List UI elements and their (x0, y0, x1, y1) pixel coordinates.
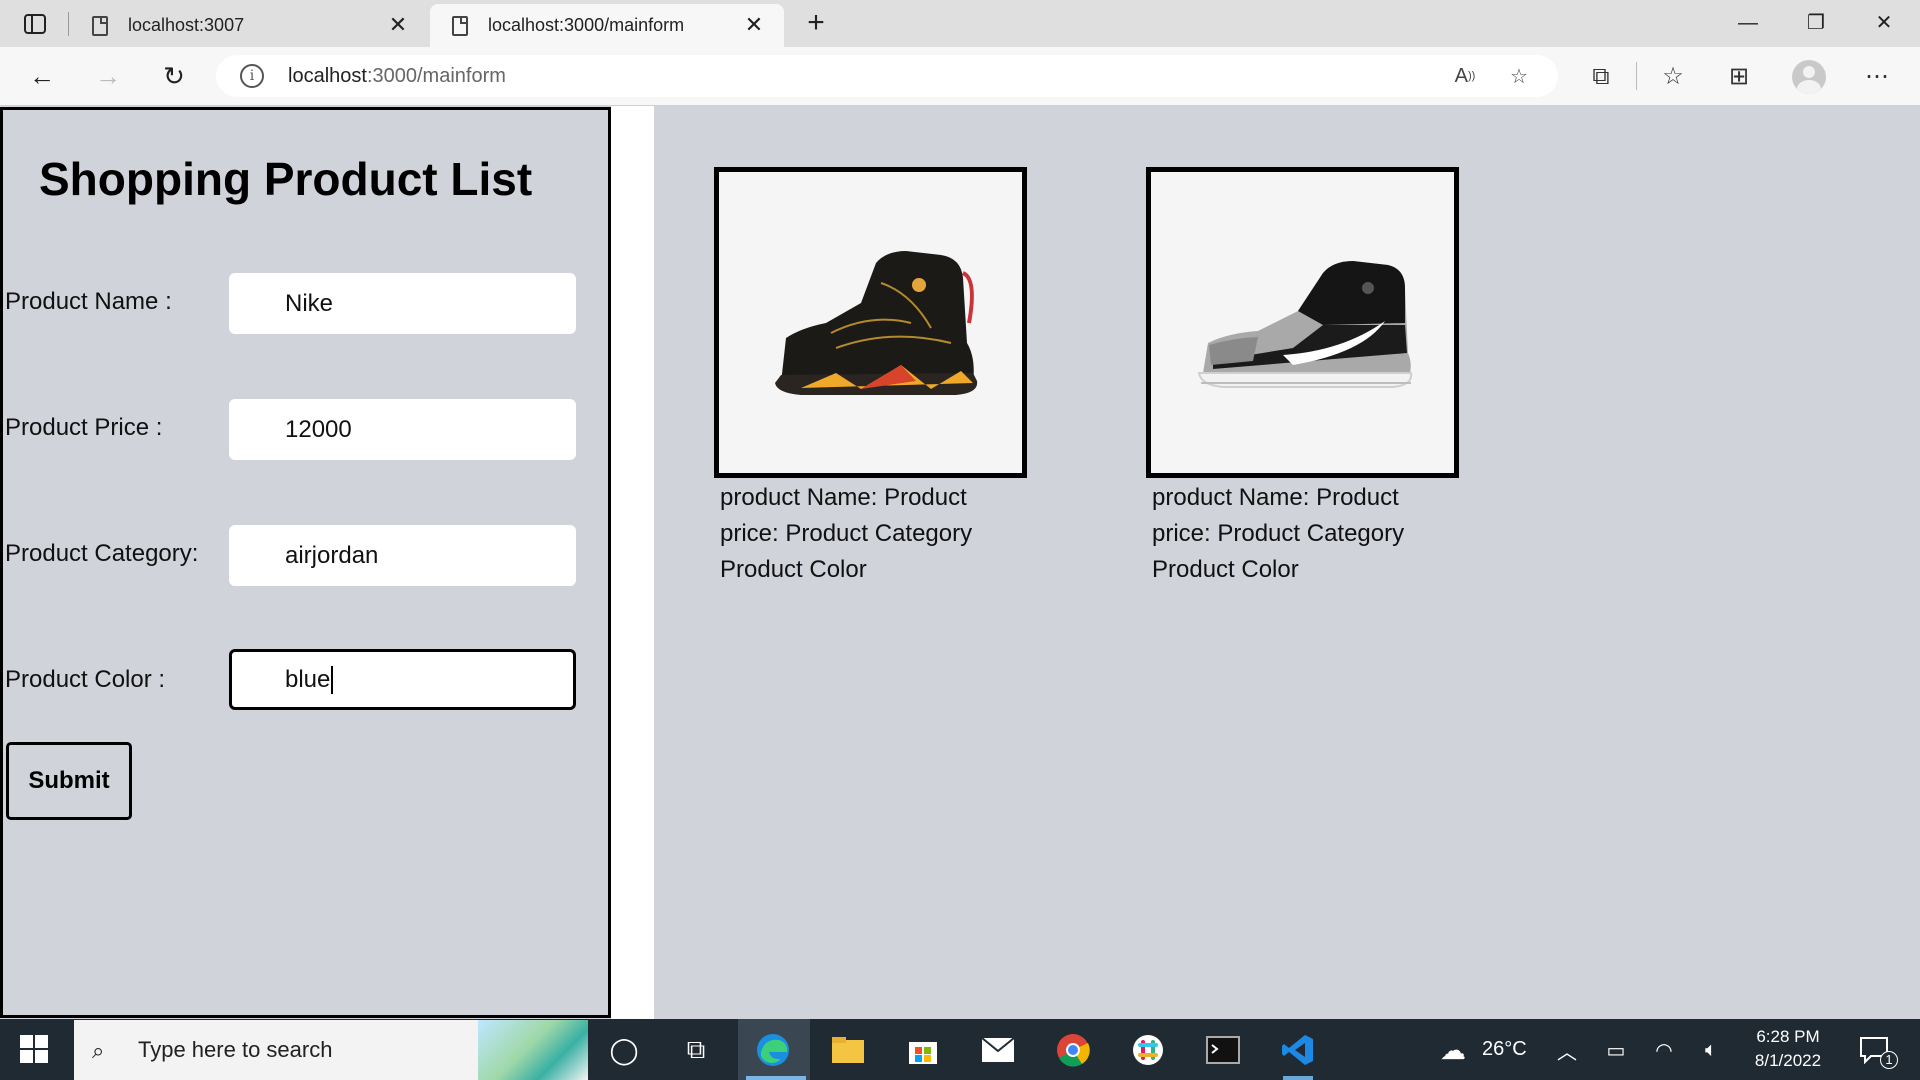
product-card[interactable]: product Name: Product price: Product Cat… (1146, 167, 1459, 588)
refresh-button[interactable]: ↻ (156, 59, 192, 95)
tab-localhost-3007[interactable]: localhost:3007 ✕ (70, 4, 428, 47)
url-text[interactable]: localhost:3000/mainform (288, 65, 1450, 88)
edge-active-indicator (746, 1076, 806, 1080)
product-color-value: blue (285, 665, 331, 693)
info-icon[interactable]: i (240, 64, 264, 88)
terminal-icon[interactable] (1202, 1029, 1244, 1071)
profile-avatar[interactable] (1792, 60, 1826, 94)
new-tab-button[interactable]: + (800, 8, 832, 40)
search-placeholder: Type here to search (138, 1037, 333, 1062)
toolbar-separator (1636, 62, 1637, 90)
close-icon[interactable]: ✕ (742, 13, 766, 38)
collections-icon[interactable]: ⊞ (1722, 61, 1756, 95)
grey-black-white-sneaker-icon (1197, 260, 1412, 388)
address-bar: ← → ↻ i localhost:3000/mainform A)) ☆ ⧉ … (0, 47, 1920, 106)
product-name-value: Nike (285, 289, 334, 317)
forward-button[interactable]: → (90, 59, 126, 95)
page-title: Shopping Product List (39, 153, 533, 205)
notification-count-badge: 1 (1880, 1051, 1898, 1069)
url-path: :3000/mainform (366, 64, 506, 87)
product-form: Shopping Product List Product Name : Nik… (0, 107, 611, 1018)
product-name-label: Product Name : (5, 288, 172, 315)
clock-date: 8/1/2022 (1754, 1051, 1822, 1070)
weather-icon[interactable]: ☁ (1432, 1029, 1474, 1071)
more-options-icon[interactable]: ⋯ (1860, 61, 1894, 95)
tab-separator (68, 12, 69, 36)
product-color-label: Product Color : (5, 666, 166, 693)
taskbar-search[interactable]: ⌕ Type here to search (74, 1020, 588, 1080)
url-field[interactable]: i localhost:3000/mainform A)) ☆ (216, 55, 1558, 97)
product-price-input[interactable]: 12000 (229, 399, 576, 460)
product-name-input[interactable]: Nike (229, 273, 576, 334)
edge-icon[interactable] (752, 1029, 794, 1071)
favorites-icon[interactable]: ☆ (1656, 61, 1690, 95)
product-caption: product Name: Product price: Product Cat… (720, 484, 973, 583)
product-category-value: airjordan (285, 541, 379, 569)
product-price-value: 12000 (285, 415, 352, 443)
page-icon (92, 15, 108, 36)
tab-actions-icon[interactable] (20, 10, 50, 38)
panel-divider (611, 106, 654, 1019)
product-price-label: Product Price : (5, 414, 163, 441)
page-content: Shopping Product List Product Name : Nik… (0, 106, 1920, 1019)
tab-title: localhost:3000/mainform (488, 15, 685, 35)
cortana-icon[interactable]: ◯ (603, 1029, 645, 1071)
page-icon (452, 15, 468, 36)
taskbar: ⌕ Type here to search ◯ ⧉ ☁ 26°C ︿ ▭ ◠ 🔈… (0, 1019, 1920, 1080)
search-highlight-art-icon (478, 1020, 588, 1080)
chevron-up-icon[interactable]: ︿ (1546, 1029, 1588, 1071)
product-image (714, 167, 1027, 478)
product-color-input[interactable]: blue (229, 649, 576, 710)
windows-start-icon[interactable] (20, 1035, 48, 1063)
product-category-input[interactable]: airjordan (229, 525, 576, 586)
restore-button[interactable]: ❐ (1796, 6, 1836, 40)
tab-title: localhost:3007 (128, 15, 245, 35)
read-aloud-icon[interactable]: A)) (1450, 61, 1480, 91)
tab-bar: localhost:3007 ✕ localhost:3000/mainform… (0, 0, 1920, 47)
weather-temp[interactable]: 26°C (1482, 1038, 1527, 1061)
add-favorite-icon[interactable]: ☆ (1504, 61, 1534, 91)
vscode-open-indicator (1283, 1076, 1313, 1080)
vscode-icon[interactable] (1277, 1029, 1319, 1071)
battery-icon[interactable]: ▭ (1595, 1029, 1637, 1071)
slack-icon[interactable] (1127, 1029, 1169, 1071)
close-window-button[interactable]: ✕ (1864, 6, 1904, 40)
url-host: localhost (288, 64, 367, 87)
tab-mainform[interactable]: localhost:3000/mainform ✕ (430, 4, 784, 47)
search-icon: ⌕ (92, 1038, 105, 1063)
close-icon[interactable]: ✕ (386, 13, 410, 38)
file-explorer-icon[interactable] (827, 1029, 869, 1071)
extensions-icon[interactable]: ⧉ (1584, 61, 1618, 95)
submit-button[interactable]: Submit (6, 742, 132, 820)
back-button[interactable]: ← (24, 59, 60, 95)
wifi-icon[interactable]: ◠ (1643, 1029, 1685, 1071)
minimize-button[interactable]: — (1728, 6, 1768, 40)
black-red-sneaker-icon (774, 250, 977, 395)
product-image (1146, 167, 1459, 478)
store-icon[interactable] (902, 1029, 944, 1071)
clock[interactable]: 6:28 PM 8/1/2022 (1740, 1025, 1836, 1073)
volume-icon[interactable]: 🔈︎ (1690, 1029, 1732, 1071)
clock-time: 6:28 PM (1756, 1027, 1820, 1046)
mail-icon[interactable] (977, 1029, 1019, 1071)
product-card[interactable]: product Name: Product price: Product Cat… (714, 167, 1027, 588)
product-caption: product Name: Product price: Product Cat… (1152, 484, 1405, 583)
text-caret (331, 665, 334, 694)
product-category-label: Product Category: (5, 540, 199, 567)
task-view-icon[interactable]: ⧉ (675, 1029, 717, 1071)
chrome-icon[interactable] (1052, 1029, 1094, 1071)
